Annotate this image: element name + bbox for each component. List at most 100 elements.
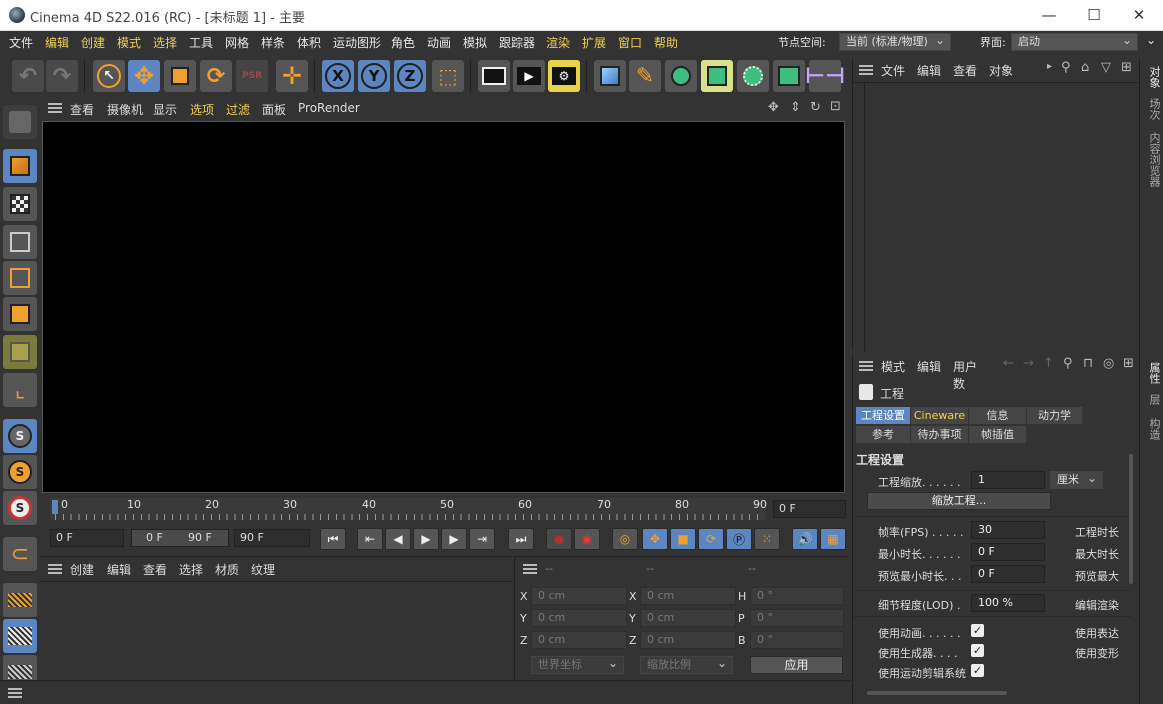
material-menu-select[interactable]: 选择	[179, 561, 203, 578]
play-button[interactable]: ▶	[413, 528, 439, 550]
viewport-menu-panel[interactable]: 面板	[262, 101, 286, 118]
snap-mode-button[interactable]: S	[3, 491, 37, 525]
key-rotation-button[interactable]: ⟳	[698, 528, 724, 550]
go-to-end-button[interactable]: ⏭	[508, 528, 534, 550]
fps-field[interactable]: 30	[971, 521, 1045, 539]
project-scale-field[interactable]: 1	[971, 471, 1045, 489]
material-menu-material[interactable]: 材质	[215, 561, 239, 578]
z-axis-button[interactable]: Z	[394, 60, 426, 92]
rotation-h-field[interactable]: 0 °	[750, 587, 844, 605]
scale-mode-dropdown[interactable]: 缩放比例	[640, 655, 733, 674]
hamburger-menu-icon[interactable]	[8, 688, 22, 698]
autokey-button[interactable]: ◉	[574, 528, 600, 550]
snap-settings-button[interactable]: S	[3, 455, 37, 489]
menu-simulate[interactable]: 模拟	[463, 34, 487, 51]
tab-dynamics[interactable]: 动力学	[1027, 407, 1082, 424]
menu-file[interactable]: 文件	[9, 34, 33, 51]
tab-interpolation[interactable]: 帧插值	[969, 426, 1026, 443]
workplane-button[interactable]	[3, 583, 37, 617]
viewport-menu-display[interactable]: 显示	[153, 101, 177, 118]
tab-cineware[interactable]: Cineware	[911, 407, 968, 424]
viewport-menu-prorender[interactable]: ProRender	[298, 101, 360, 115]
x-axis-button[interactable]: X	[322, 60, 354, 92]
use-generators-checkbox[interactable]: ✓	[971, 644, 984, 657]
viewport-menu-view[interactable]: 查看	[70, 101, 94, 118]
search-icon[interactable]: ⚲	[1061, 60, 1071, 75]
render-view-button[interactable]	[478, 60, 510, 92]
film-button[interactable]: ▦	[820, 528, 846, 550]
size-z-field[interactable]: 0 cm	[640, 631, 736, 649]
3d-viewport[interactable]	[42, 121, 845, 493]
rotation-b-field[interactable]: 0 °	[750, 631, 844, 649]
transform-button[interactable]: ✛	[276, 60, 308, 92]
min-length-field[interactable]: 0 F	[971, 543, 1045, 561]
key-parameter-button[interactable]: Ⓟ	[726, 528, 752, 550]
menu-extensions[interactable]: 扩展	[582, 34, 606, 51]
material-menu-create[interactable]: 创建	[70, 561, 94, 578]
menu-mode[interactable]: 模式	[117, 34, 141, 51]
make-editable-button[interactable]	[3, 105, 37, 139]
more-arrow-icon[interactable]: ▸	[1047, 61, 1052, 72]
next-frame-button[interactable]: ▶	[441, 528, 467, 550]
up-arrow-icon[interactable]: ↑	[1043, 356, 1054, 371]
object-menu-view[interactable]: 查看	[953, 62, 977, 79]
apply-button[interactable]: 应用	[750, 656, 843, 674]
filter-icon[interactable]: ▽	[1101, 60, 1111, 75]
menu-volume[interactable]: 体积	[297, 34, 321, 51]
maximize-button[interactable]: ☐	[1071, 3, 1117, 27]
max-time-field[interactable]: 90 F	[234, 529, 310, 547]
tab-reference[interactable]: 参考	[856, 426, 910, 443]
layout-dropdown[interactable]: 启动	[1011, 32, 1138, 51]
use-animation-checkbox[interactable]: ✓	[971, 624, 984, 637]
target-icon[interactable]: ◎	[1103, 356, 1114, 371]
viewport-menu-options[interactable]: 选项	[190, 101, 214, 118]
zoom-view-icon[interactable]: ⇕	[790, 100, 801, 115]
use-motion-system-checkbox[interactable]: ✓	[971, 664, 984, 677]
polygons-mode-button[interactable]	[3, 297, 37, 331]
axis-mode-button[interactable]: ⌞	[3, 373, 37, 407]
back-arrow-icon[interactable]: ←	[1003, 356, 1014, 371]
rotate-tool-button[interactable]: ⟳	[200, 60, 232, 92]
hamburger-menu-icon[interactable]	[48, 103, 62, 113]
key-position-button[interactable]: ✥	[642, 528, 668, 550]
key-pla-button[interactable]: ⁙	[754, 528, 780, 550]
side-tab-attributes[interactable]: 属性	[1146, 362, 1162, 384]
attr-menu-user-data[interactable]: 用户数	[953, 358, 983, 392]
edges-mode-button[interactable]	[3, 261, 37, 295]
pen-tool-button[interactable]: ✎	[629, 60, 661, 92]
minimize-button[interactable]: —	[1026, 3, 1072, 27]
hamburger-menu-icon[interactable]	[523, 564, 537, 574]
new-window-icon[interactable]: ⊞	[1123, 356, 1134, 371]
attr-menu-edit[interactable]: 编辑	[917, 358, 941, 375]
model-mode-button[interactable]	[3, 149, 37, 183]
side-tab-takes[interactable]: 场次	[1146, 98, 1162, 120]
key-scale-button[interactable]: ■	[670, 528, 696, 550]
magnet-button[interactable]: ⊂	[3, 537, 37, 571]
live-select-button[interactable]: ↖	[93, 60, 125, 92]
sound-button[interactable]: 🔊	[792, 528, 818, 550]
maximize-view-icon[interactable]: ⊡	[830, 99, 841, 114]
attr-menu-mode[interactable]: 模式	[881, 358, 905, 375]
position-x-field[interactable]: 0 cm	[531, 587, 627, 605]
previous-frame-button[interactable]: ◀	[385, 528, 411, 550]
rotation-p-field[interactable]: 0 °	[750, 609, 844, 627]
horizontal-scrollbar[interactable]	[867, 691, 1007, 695]
preview-min-field[interactable]: 0 F	[971, 565, 1045, 583]
timeline-playhead[interactable]	[52, 500, 58, 514]
search-icon[interactable]: ⚲	[1063, 356, 1073, 371]
current-frame-field[interactable]: 0 F	[773, 500, 846, 518]
menu-animate[interactable]: 动画	[427, 34, 451, 51]
render-picture-viewer-button[interactable]: ▶	[513, 60, 545, 92]
side-tab-structure[interactable]: 构造	[1146, 418, 1162, 440]
go-to-start-button[interactable]: ⏮	[320, 528, 346, 550]
node-space-dropdown[interactable]: 当前 (标准/物理)	[839, 32, 951, 51]
object-list[interactable]	[852, 82, 1138, 351]
material-menu-texture[interactable]: 纹理	[251, 561, 275, 578]
tab-todo[interactable]: 待办事项	[911, 426, 968, 443]
position-y-field[interactable]: 0 cm	[531, 609, 627, 627]
points-mode-button[interactable]	[3, 225, 37, 259]
menu-tools[interactable]: 工具	[189, 34, 213, 51]
render-settings-button[interactable]: ⚙	[548, 60, 580, 92]
side-tab-content-browser[interactable]: 内容浏览器	[1146, 132, 1162, 187]
lock-workplane-button[interactable]	[3, 619, 37, 653]
